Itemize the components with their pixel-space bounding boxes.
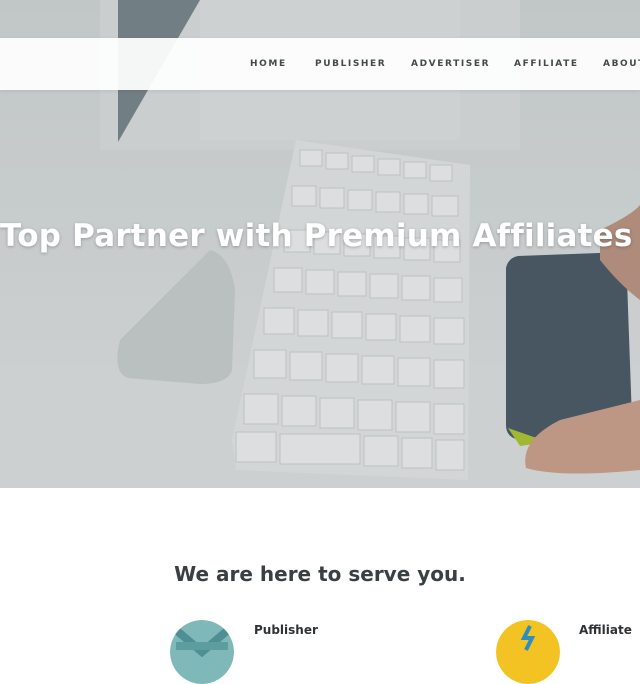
- service-publisher[interactable]: Publisher: [170, 620, 370, 684]
- service-affiliate[interactable]: Affiliate: [496, 620, 640, 684]
- nav-item-advertiser[interactable]: ADVERTISER: [411, 38, 490, 90]
- nav-item-affiliate[interactable]: AFFILIATE: [514, 38, 579, 90]
- service-label-affiliate: Affiliate: [579, 623, 632, 637]
- nav-item-publisher[interactable]: PUBLISHER: [315, 38, 386, 90]
- publisher-icon: [170, 620, 234, 684]
- top-navbar: HOME PUBLISHER ADVERTISER AFFILIATE ABOU…: [0, 38, 640, 90]
- service-label-publisher: Publisher: [254, 623, 318, 637]
- hero-title: Top Partner with Premium Affiliates: [0, 218, 633, 254]
- nav-item-home[interactable]: HOME: [250, 38, 287, 90]
- affiliate-icon: [496, 620, 560, 684]
- nav-item-about[interactable]: ABOUT: [603, 38, 640, 90]
- serve-heading: We are here to serve you.: [174, 562, 466, 586]
